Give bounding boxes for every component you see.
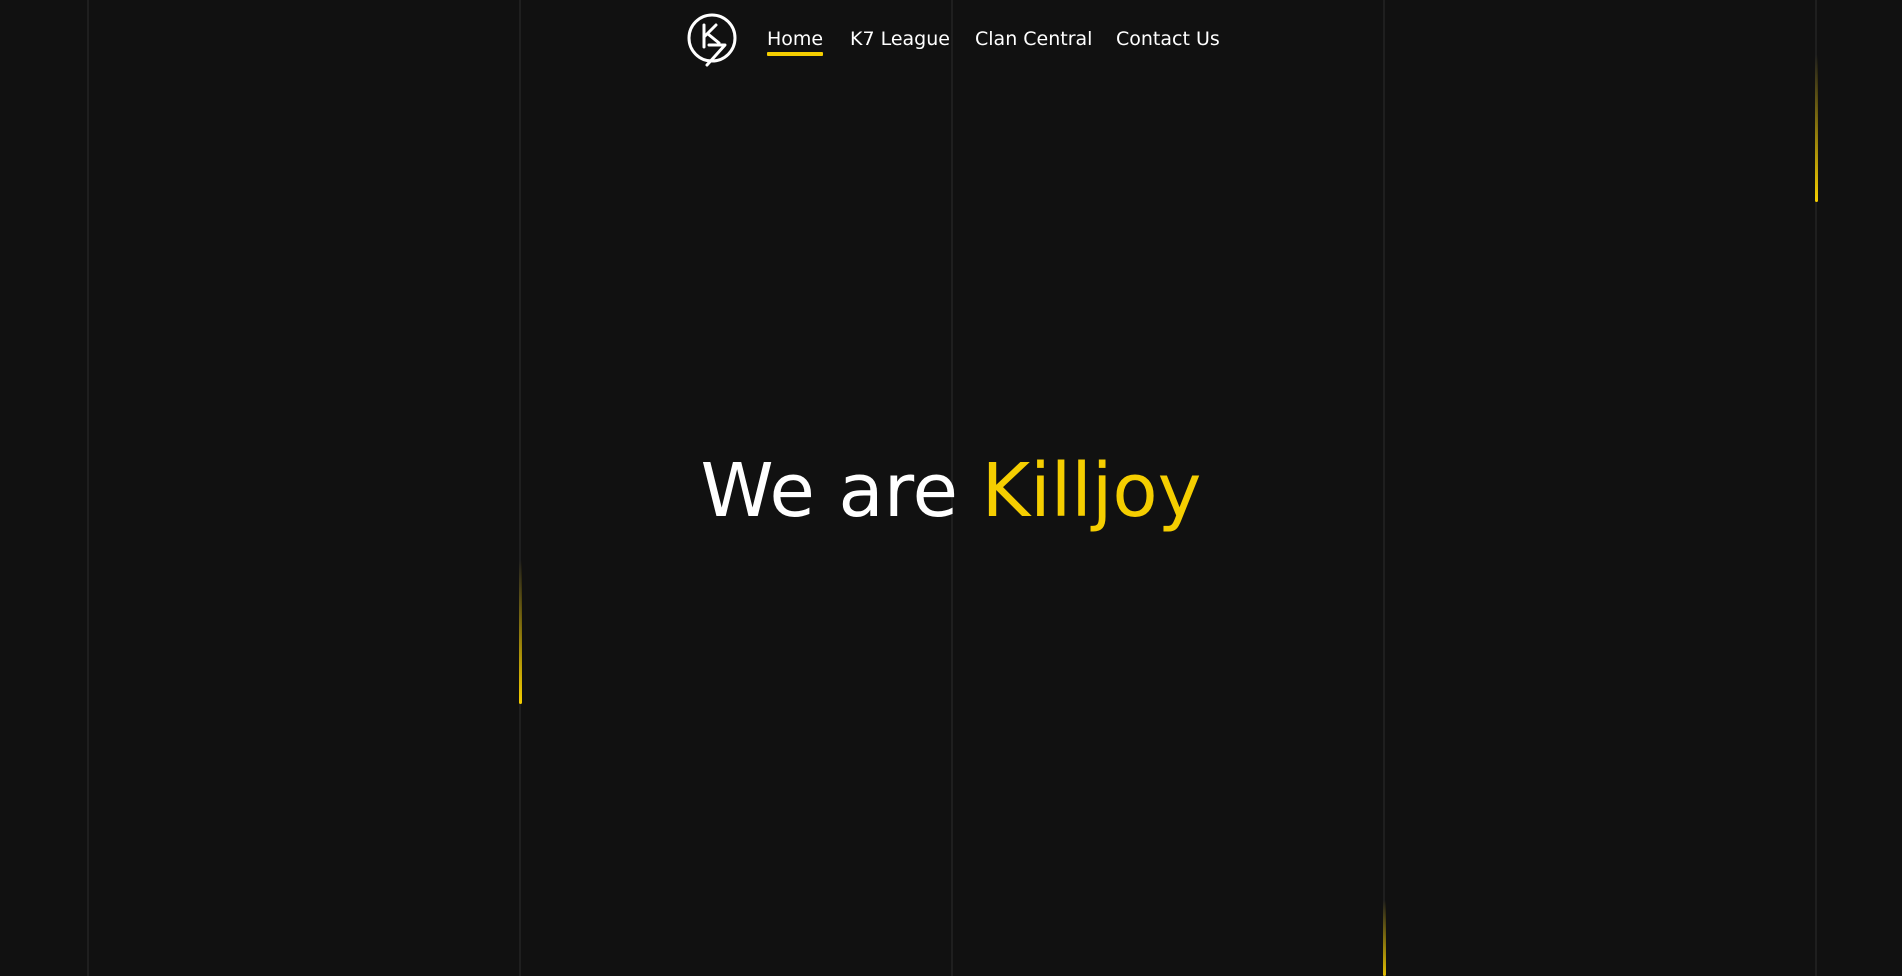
nav-link-clan-central[interactable]: Clan Central (975, 27, 1092, 51)
nav-link-home[interactable]: Home (767, 27, 824, 56)
glow-streak-bottom (1383, 900, 1386, 976)
nav-link-contact-us[interactable]: Contact Us (1116, 27, 1220, 51)
nav-link-k7-league[interactable]: K7 League (850, 27, 950, 51)
hero-heading-prefix: We are (700, 448, 959, 534)
page: Home K7 League Clan Central Contact Us W… (0, 0, 1902, 976)
hero-heading-highlight: Killjoy (981, 448, 1202, 534)
k7-logo-icon[interactable] (685, 11, 739, 68)
hero-heading: We are Killjoy (0, 448, 1902, 534)
glow-streak-center-left (519, 560, 522, 704)
top-navigation: Home K7 League Clan Central Contact Us (0, 0, 1902, 80)
